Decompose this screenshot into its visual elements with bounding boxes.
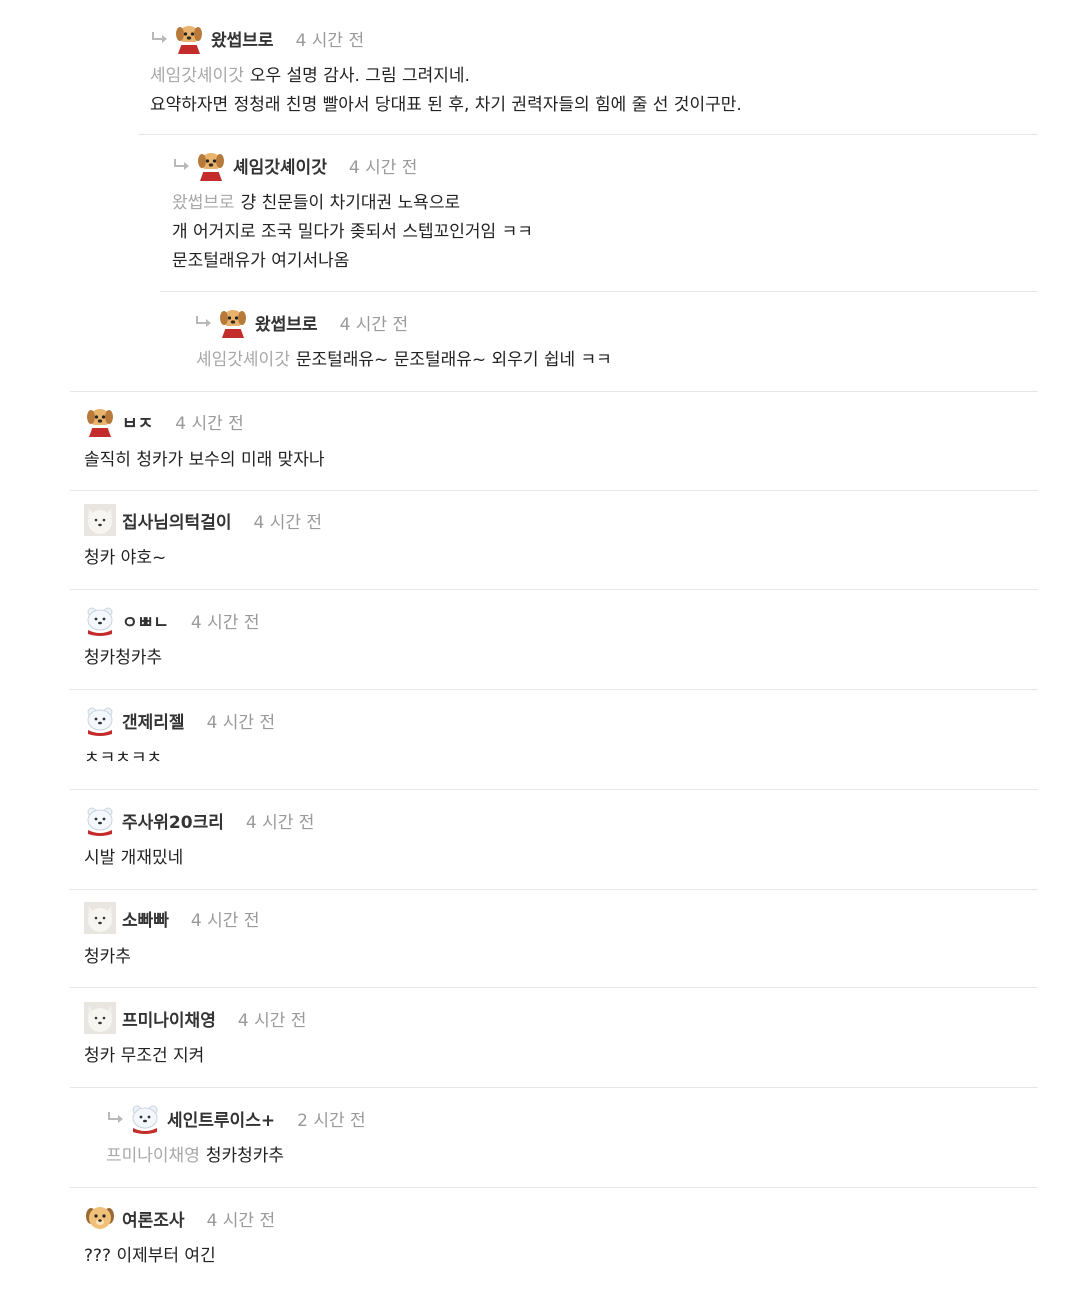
comment-item: 셰임갓셰이갓 4 시간 전 왔썹브로 걍 친문들이 차기대권 노욕으로 개 어거지… <box>160 135 1038 292</box>
comment-time: 4 시간 전 <box>348 157 418 178</box>
avatar[interactable] <box>195 149 227 181</box>
avatar[interactable] <box>217 306 249 338</box>
comment-text: 걍 친문들이 차기대권 노욕으로 <box>240 193 461 213</box>
comment-body: 청카청카추 <box>84 644 162 673</box>
comment-body: 솔직히 청카가 보수의 미래 맞자나 <box>84 446 325 475</box>
reply-arrow-icon <box>194 315 214 329</box>
avatar[interactable] <box>84 804 116 836</box>
comment-text: 청카청카추 <box>84 648 163 668</box>
comment-author[interactable]: 왔썹브로 <box>255 310 318 335</box>
avatar[interactable] <box>84 902 116 934</box>
comment-text: ??? 이제부터 여긴 <box>84 1246 216 1266</box>
comment-text: 오우 설명 감사. 그림 그려지네. <box>249 66 470 86</box>
comment-item: 프미나이채영 4 시간 전 청카 무조건 지켜 <box>70 988 1038 1088</box>
comment-body: 왔썹브로 걍 친문들이 차기대권 노욕으로 개 어거지로 조국 밀다가 좆되서 스… <box>172 189 533 276</box>
mention[interactable]: 셰임갓셰이갓 <box>150 66 244 86</box>
comment-time: 4 시간 전 <box>190 612 260 633</box>
comment-item: 여론조사 4 시간 전 ??? 이제부터 여긴 <box>70 1188 1038 1298</box>
comment-author[interactable]: ㅂㅈ <box>122 409 153 434</box>
comment-author[interactable]: ㅇㅃㄴ <box>122 608 169 633</box>
comment-item: 세인트루이스+ 2 시간 전 프미나이채영 청카청카추 <box>70 1088 1038 1188</box>
reply-arrow-icon <box>106 1111 126 1125</box>
comment-text: 청카 무조건 지켜 <box>84 1046 205 1066</box>
comment-author[interactable]: 소빠빠 <box>122 906 169 931</box>
comment-text: 청카추 <box>84 947 131 967</box>
avatar[interactable] <box>173 22 205 54</box>
comment-time: 4 시간 전 <box>339 314 409 335</box>
comment-text: 시발 개재밌네 <box>84 848 184 868</box>
comment-time: 4 시간 전 <box>245 812 315 833</box>
comment-body: 셰임갓셰이갓 오우 설명 감사. 그림 그려지네. 요약하자면 정청래 친명 빨아… <box>150 62 742 120</box>
comment-text: 솔직히 청카가 보수의 미래 맞자나 <box>84 450 325 470</box>
avatar[interactable] <box>84 504 116 536</box>
comment-text: 문조털래유가 여기서나옴 <box>172 251 350 271</box>
mention[interactable]: 프미나이채영 <box>106 1146 200 1166</box>
mention[interactable]: 왔썹브로 <box>172 193 235 213</box>
reply-arrow-icon <box>172 158 192 172</box>
comment-body: ??? 이제부터 여긴 <box>84 1242 216 1271</box>
comment-time: 4 시간 전 <box>253 512 323 533</box>
comment-author[interactable]: 프미나이채영 <box>122 1006 216 1031</box>
comment-item: ㅂㅈ 4 시간 전 솔직히 청카가 보수의 미래 맞자나 <box>70 392 1038 491</box>
avatar[interactable] <box>84 405 116 437</box>
comment-time: 4 시간 전 <box>206 712 276 733</box>
avatar[interactable] <box>84 604 116 636</box>
comment-author[interactable]: 집사님의턱걸이 <box>122 508 231 533</box>
comment-text: 개 어거지로 조국 밀다가 좆되서 스텝꼬인거임 ㅋㅋ <box>172 222 533 242</box>
comment-author[interactable]: 주사위20크리 <box>122 808 224 833</box>
comment-author[interactable]: 갠제리젤 <box>122 708 185 733</box>
mention[interactable]: 셰임갓셰이갓 <box>196 350 290 370</box>
comment-text: 청카청카추 <box>205 1146 285 1166</box>
comment-item: ㅇㅃㄴ 4 시간 전 청카청카추 <box>70 590 1038 690</box>
avatar[interactable] <box>84 1202 116 1234</box>
comment-text: 청카 야호~ <box>84 548 167 568</box>
comment-author[interactable]: 셰임갓셰이갓 <box>233 153 327 178</box>
comment-text: ㅊㅋㅊㅋㅊ <box>84 748 163 768</box>
comment-body: 청카 야호~ <box>84 544 166 573</box>
avatar[interactable] <box>84 1002 116 1034</box>
comment-item: 소빠빠 4 시간 전 청카추 <box>70 890 1038 988</box>
comment-time: 4 시간 전 <box>237 1010 307 1031</box>
comment-body: 시발 개재밌네 <box>84 844 183 873</box>
comment-item: 왔썹브로 4 시간 전 셰임갓셰이갓 문조털래유~ 문조털래유~ 외우기 쉽네 ㅋ… <box>70 292 1038 392</box>
comment-body: 청카추 <box>84 943 131 972</box>
avatar[interactable] <box>129 1102 161 1134</box>
avatar[interactable] <box>84 704 116 736</box>
comment-item: 갠제리젤 4 시간 전 ㅊㅋㅊㅋㅊ <box>70 690 1038 790</box>
comment-item: 왔썹브로 4 시간 전 셰임갓셰이갓 오우 설명 감사. 그림 그려지네. 요약하… <box>138 0 1038 135</box>
comment-body: 청카 무조건 지켜 <box>84 1042 204 1071</box>
comment-author[interactable]: 여론조사 <box>122 1206 185 1231</box>
comment-body: 프미나이채영 청카청카추 <box>106 1142 284 1171</box>
reply-arrow-icon <box>150 31 170 45</box>
comment-time: 4 시간 전 <box>175 413 244 434</box>
comment-thread: 왔썹브로 4 시간 전 셰임갓셰이갓 오우 설명 감사. 그림 그려지네. 요약하… <box>0 0 1080 1312</box>
comment-item: 집사님의턱걸이 4 시간 전 청카 야호~ <box>70 491 1038 590</box>
comment-text: 요약하자면 정청래 친명 빨아서 당대표 된 후, 차기 권력자들의 힘에 줄 … <box>150 95 742 115</box>
comment-time: 4 시간 전 <box>295 30 365 51</box>
comment-item: 주사위20크리 4 시간 전 시발 개재밌네 <box>70 790 1038 890</box>
comment-time: 4 시간 전 <box>190 910 260 931</box>
comment-time: 2 시간 전 <box>297 1110 366 1131</box>
comment-time: 4 시간 전 <box>206 1210 276 1231</box>
comment-author[interactable]: 왔썹브로 <box>211 26 274 51</box>
comment-body: 셰임갓셰이갓 문조털래유~ 문조털래유~ 외우기 쉽네 ㅋㅋ <box>196 346 612 375</box>
comment-body: ㅊㅋㅊㅋㅊ <box>84 744 162 773</box>
comment-text: 문조털래유~ 문조털래유~ 외우기 쉽네 ㅋㅋ <box>295 350 612 370</box>
comment-author[interactable]: 세인트루이스+ <box>167 1106 275 1131</box>
